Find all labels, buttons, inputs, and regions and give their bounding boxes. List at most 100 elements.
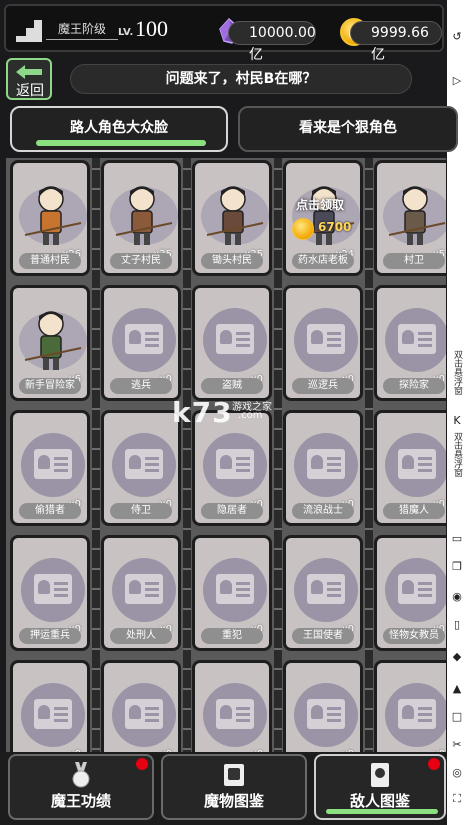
- tab-label: 看来是个狠角色: [299, 120, 397, 136]
- card-name: 偷猎者: [19, 503, 81, 519]
- tab-label: 路人角色大众脸: [70, 120, 168, 136]
- card-name: 逃兵: [110, 378, 172, 394]
- level-value: 100: [135, 16, 168, 41]
- card-name: 普通村民: [19, 253, 81, 269]
- character-card[interactable]: x0重犯: [192, 535, 272, 651]
- character-card[interactable]: x35锄头村民: [192, 160, 272, 276]
- id-card-icon: [34, 449, 72, 479]
- nav-monster-codex[interactable]: 魔物图鉴: [161, 754, 307, 820]
- notification-dot: [428, 758, 440, 770]
- character-card[interactable]: x0王国使者: [283, 535, 363, 651]
- character-card[interactable]: x24药水店老板: [283, 160, 363, 276]
- character-card[interactable]: x0: [101, 660, 181, 752]
- id-card-icon: [216, 699, 254, 729]
- character-card[interactable]: x0盗贼: [192, 285, 272, 401]
- character-card[interactable]: x0怪物女教员: [374, 535, 446, 651]
- chain-divider: [274, 158, 282, 752]
- id-card-icon: [307, 574, 345, 604]
- status-bar: 魔王阶级 LV. 100 10000.00亿 9999.66亿: [4, 4, 444, 63]
- reward-coin-icon: [292, 218, 314, 240]
- user-icon[interactable]: ▲: [450, 682, 464, 696]
- rotate-icon[interactable]: ↺: [450, 30, 464, 44]
- character-grid[interactable]: x26普通村民x35丈子村民x35锄头村民x24药水店老板x5村卫 x6新手冒险家…: [6, 158, 446, 752]
- rank-stairs-icon: [16, 20, 42, 42]
- card-name: 处刑人: [110, 628, 172, 644]
- id-card-icon: [307, 699, 345, 729]
- character-portrait: [24, 311, 82, 370]
- active-nav-indicator: [326, 809, 438, 814]
- level-label: LV.: [118, 27, 134, 38]
- back-label: 返回: [16, 83, 44, 99]
- back-arrow-icon: [16, 65, 42, 79]
- character-portrait: [297, 186, 355, 245]
- card-name: 重犯: [201, 628, 263, 644]
- character-card[interactable]: x0: [192, 660, 272, 752]
- character-card[interactable]: x0: [10, 660, 90, 752]
- card-name: 巡逻兵: [292, 378, 354, 394]
- character-card[interactable]: x6新手冒险家: [10, 285, 90, 401]
- character-portrait: [24, 186, 82, 245]
- character-card[interactable]: x0处刑人: [101, 535, 181, 651]
- scissors-icon[interactable]: ✂: [450, 738, 464, 752]
- chain-divider: [92, 158, 100, 752]
- card-name: 探险家: [383, 378, 445, 394]
- card-name: 锄头村民: [201, 253, 263, 269]
- location-icon[interactable]: ◆: [450, 650, 464, 664]
- card-name: 侍卫: [110, 503, 172, 519]
- phone-icon[interactable]: ▯: [450, 618, 464, 632]
- card-name: 怪物女教员: [383, 628, 445, 644]
- rank-title: 魔王阶级: [46, 20, 118, 40]
- expand-icon[interactable]: ▷: [450, 74, 464, 88]
- character-portrait: [206, 186, 264, 245]
- book-icon: [224, 764, 244, 786]
- fullscreen-icon[interactable]: ⛶: [450, 792, 464, 806]
- character-card[interactable]: x0流浪战士: [283, 410, 363, 526]
- character-card[interactable]: x0押运重兵: [10, 535, 90, 651]
- id-card-icon: [125, 449, 163, 479]
- card-name: 流浪战士: [292, 503, 354, 519]
- character-card[interactable]: x0逃兵: [101, 285, 181, 401]
- character-card[interactable]: x26普通村民: [10, 160, 90, 276]
- id-card-icon: [398, 449, 436, 479]
- tab-common-characters[interactable]: 路人角色大众脸: [10, 106, 228, 152]
- id-card-icon: [34, 699, 72, 729]
- card-name: 村卫: [383, 253, 445, 269]
- medal-icon: [72, 762, 90, 788]
- character-card[interactable]: x35丈子村民: [101, 160, 181, 276]
- id-card-icon: [125, 324, 163, 354]
- eye-icon[interactable]: ◎: [450, 766, 464, 780]
- k-icon[interactable]: K: [450, 414, 464, 428]
- character-card[interactable]: x5村卫: [374, 160, 446, 276]
- tab-tough-characters[interactable]: 看来是个狠角色: [238, 106, 458, 152]
- character-card[interactable]: x0: [283, 660, 363, 752]
- character-card[interactable]: x0巡逻兵: [283, 285, 363, 401]
- id-card-icon: [216, 324, 254, 354]
- id-card-icon: [307, 449, 345, 479]
- card-name: 新手冒险家: [19, 378, 81, 394]
- card-name: 隐居者: [201, 503, 263, 519]
- character-card[interactable]: x0偷猎者: [10, 410, 90, 526]
- copy-icon[interactable]: ❐: [450, 560, 464, 574]
- card-name: 猎魔人: [383, 503, 445, 519]
- id-card-icon: [216, 449, 254, 479]
- id-card-icon: [125, 574, 163, 604]
- claim-reward-text[interactable]: 点击领取: [296, 196, 344, 213]
- reward-amount: 6700: [318, 220, 352, 234]
- id-card-icon: [398, 574, 436, 604]
- character-card[interactable]: x0猎魔人: [374, 410, 446, 526]
- window-icon[interactable]: ▭: [450, 532, 464, 546]
- watermark-domain: .com: [238, 410, 263, 421]
- character-card[interactable]: x0侍卫: [101, 410, 181, 526]
- chain-divider: [183, 158, 191, 752]
- nav-achievements[interactable]: 魔王功绩: [8, 754, 154, 820]
- screen-icon[interactable]: □: [450, 710, 464, 724]
- notification-dot: [136, 758, 148, 770]
- back-button[interactable]: 返回: [6, 58, 52, 100]
- card-name: 押运重兵: [19, 628, 81, 644]
- card-icon: [371, 763, 389, 787]
- active-tab-indicator: [36, 140, 206, 146]
- nav-enemy-codex[interactable]: 敌人图鉴: [314, 754, 446, 820]
- gamepad-icon[interactable]: ◉: [450, 590, 464, 604]
- character-card[interactable]: x0: [374, 660, 446, 752]
- character-card[interactable]: x0探险家: [374, 285, 446, 401]
